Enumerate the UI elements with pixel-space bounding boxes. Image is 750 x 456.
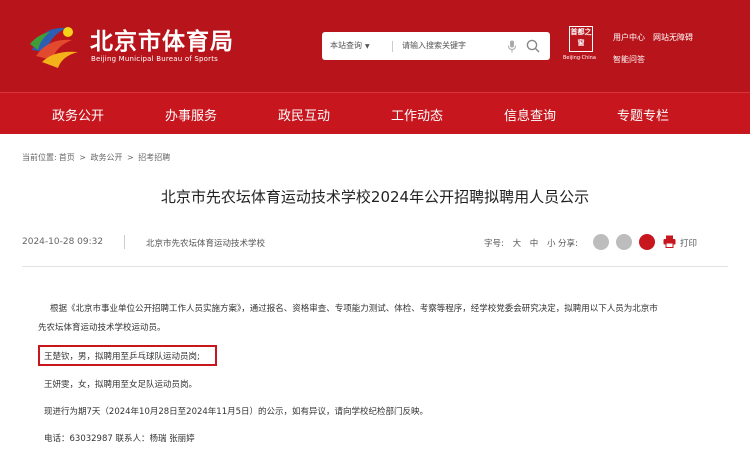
site-title[interactable]: 北京市体育局 <box>90 22 234 56</box>
intro-paragraph-line1: 根据《北京市事业单位公开招聘工作人员实施方案》，通过报名、资格审查、专项能力测试… <box>50 304 658 314</box>
weibo-share-icon[interactable] <box>616 234 632 250</box>
share-label: 分享: <box>558 239 578 249</box>
font-size-small[interactable]: 小 <box>547 239 556 249</box>
font-size-medium[interactable]: 中 <box>530 239 539 249</box>
accessible-link[interactable]: 网站无障碍 <box>653 32 693 43</box>
person-1-entry: 王楚钦，男，拟聘用至乒乓球队运动员岗; <box>44 352 200 362</box>
article-source: 北京市先农坛体育运动技术学校 <box>146 239 266 249</box>
user-center-link[interactable]: 用户中心 <box>613 32 645 43</box>
notice-paragraph: 现进行为期7天（2024年10月28日至2024年11月5日）的公示，如有异议，… <box>44 407 429 417</box>
breadcrumb-gov-info[interactable]: 政务公开 <box>91 153 123 162</box>
contact-info: 电话：63032987 联系人：杨瑞 张丽婷 <box>44 434 195 444</box>
print-button[interactable]: 打印 <box>680 237 697 249</box>
breadcrumb-recruitment[interactable]: 招考招聘 <box>138 153 170 162</box>
main-nav: 政务公开 办事服务 政民互动 工作动态 信息查询 专题专栏 <box>0 92 750 134</box>
nav-item-services[interactable]: 办事服务 <box>165 105 217 124</box>
wechat-share-icon[interactable] <box>593 234 609 250</box>
smart-qa-link[interactable]: 智能问答 <box>613 54 645 65</box>
search-box[interactable]: 本站查询 ▼ 请输入搜索关键字 <box>322 32 550 60</box>
search-divider <box>392 41 393 52</box>
capital-window-seal-icon[interactable]: 首都之窗 <box>569 26 593 52</box>
chevron-down-icon: ▼ <box>365 43 370 50</box>
search-icon[interactable] <box>526 39 540 53</box>
search-input[interactable]: 请输入搜索关键字 <box>402 40 466 51</box>
sports-bureau-logo-icon[interactable] <box>28 20 82 70</box>
font-size-controls: 字号: 大 中 小 <box>484 239 556 249</box>
intro-paragraph-line2: 先农坛体育运动技术学校运动员。 <box>38 323 166 333</box>
site-subtitle: Beijing Municipal Bureau of Sports <box>91 55 219 63</box>
site-header: 北京市体育局 Beijing Municipal Bureau of Sport… <box>0 0 750 92</box>
party-share-icon[interactable] <box>639 234 655 250</box>
microphone-icon[interactable] <box>507 40 517 53</box>
person-2-entry: 王妍雯，女，拟聘用至女足队运动员岗。 <box>44 380 198 390</box>
article-title: 北京市先农坛体育运动技术学校2024年公开招聘拟聘用人员公示 <box>160 188 590 206</box>
article-date: 2024-10-28 09:32 <box>22 237 104 247</box>
nav-item-work-news[interactable]: 工作动态 <box>391 105 443 124</box>
seal-caption: Beijing·China <box>563 55 596 61</box>
content-divider <box>22 266 728 267</box>
print-icon[interactable] <box>663 235 676 248</box>
breadcrumb: 当前位置: 首页 > 政务公开 > 招考招聘 <box>22 153 171 162</box>
meta-divider <box>124 235 125 249</box>
nav-item-gov-info[interactable]: 政务公开 <box>52 105 104 124</box>
font-size-large[interactable]: 大 <box>513 239 522 249</box>
nav-item-topics[interactable]: 专题专栏 <box>617 105 669 124</box>
breadcrumb-home[interactable]: 首页 <box>59 153 75 162</box>
nav-item-info-query[interactable]: 信息查询 <box>504 105 556 124</box>
nav-item-interaction[interactable]: 政民互动 <box>278 105 330 124</box>
search-scope-select[interactable]: 本站查询 ▼ <box>330 40 370 51</box>
